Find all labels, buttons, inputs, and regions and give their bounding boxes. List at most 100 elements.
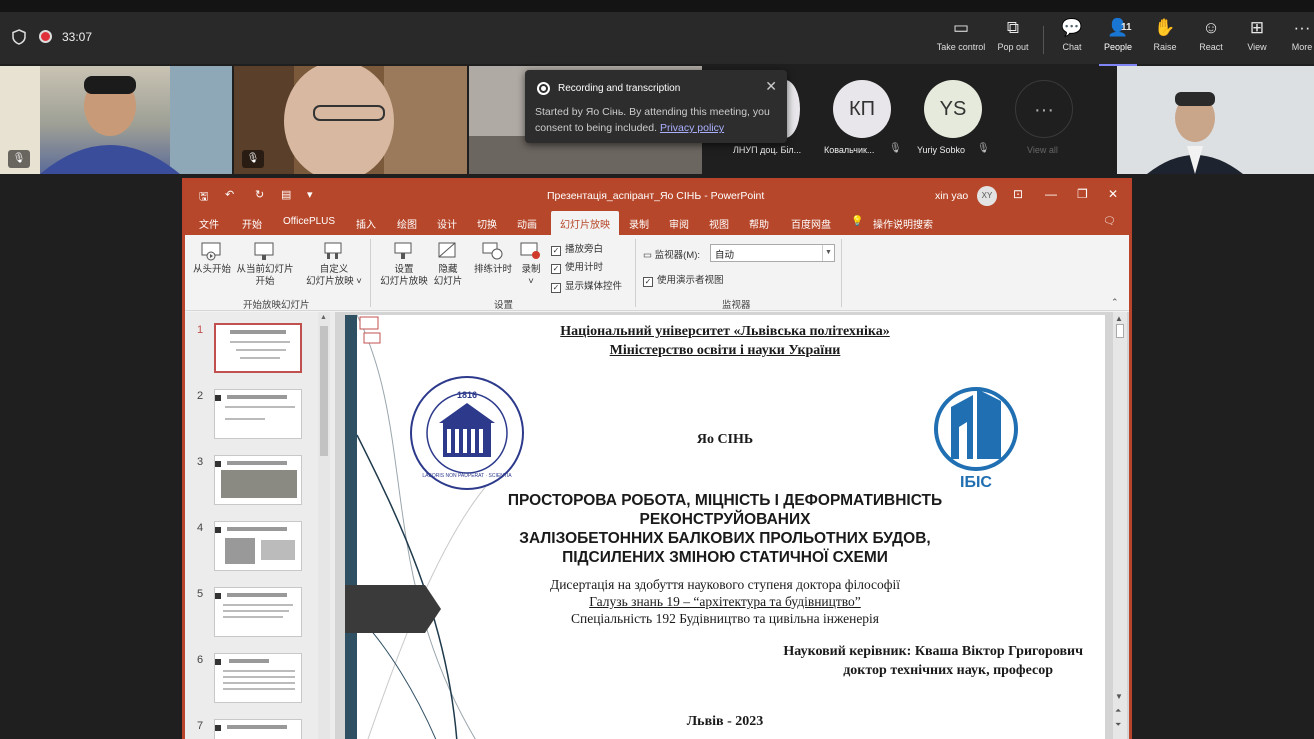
thumb-line — [223, 688, 295, 690]
pop-out-icon: ⧉ — [1006, 18, 1020, 37]
start-slideshow-group-label: 开始放映幻灯片 — [243, 300, 310, 311]
tab-baidu[interactable]: 百度网盘 — [791, 216, 831, 231]
slide-thumbnail-5[interactable] — [214, 587, 302, 637]
scroll-down-icon[interactable]: ▼ — [1115, 692, 1123, 701]
participant-avatar-kp[interactable]: КП — [833, 80, 891, 138]
undo-icon[interactable]: ↶ — [225, 188, 234, 201]
mic-muted-icon: 🎙 — [889, 143, 902, 154]
participant-video-4[interactable] — [1117, 66, 1314, 174]
thumb-line — [223, 670, 295, 672]
tab-transitions[interactable]: 切换 — [477, 216, 497, 231]
ppt-title-bar: 🖫 ↶ ↻ ▤ ▾ Презентація_аспірант_Яо СІНЬ -… — [185, 181, 1129, 211]
play-narrations-checkbox[interactable]: ✓ 播放旁白 — [551, 241, 603, 256]
notification-title: Recording and transcription — [558, 83, 681, 94]
slide-thumbnail-2[interactable] — [214, 389, 302, 439]
privacy-policy-link[interactable]: Privacy policy — [660, 122, 724, 134]
slide-thumbnail-3[interactable] — [214, 455, 302, 505]
close-icon[interactable]: ✕ — [1108, 187, 1118, 201]
supervisor-line: Науковий керівник: Кваша Віктор Григоров… — [783, 644, 1083, 659]
tab-animations[interactable]: 动画 — [517, 216, 537, 231]
tab-view[interactable]: 视图 — [709, 216, 729, 231]
custom-slideshow-button[interactable]: 自定义 幻灯片放映 ˅ — [305, 241, 363, 288]
use-timings-checkbox[interactable]: ✓ 使用计时 — [551, 259, 603, 274]
slide-number: 6 — [197, 654, 204, 666]
participant-avatar-ys[interactable]: YS — [924, 80, 982, 138]
scrollbar-thumb[interactable] — [1116, 324, 1124, 338]
monitor-label: ▭ 监视器(M): — [643, 250, 701, 261]
recording-indicator-icon — [39, 30, 52, 43]
redo-icon[interactable]: ↻ — [255, 188, 264, 201]
title-line-3: ЗАЛІЗОБЕТОННИХ БАЛКОВИХ ПРОЛЬОТНИХ БУДОВ… — [519, 530, 931, 547]
record-slideshow-icon — [520, 242, 540, 259]
participant-name-kp: Ковальчик... — [824, 145, 875, 155]
rehearse-timings-button[interactable]: 排练计时 — [473, 241, 513, 276]
field-line: Галузь знань 19 – “архітектура та будівн… — [589, 594, 861, 609]
thumb-line — [240, 357, 280, 359]
chat-icon: 💬 — [1061, 18, 1083, 37]
logo-year: 1816 — [457, 390, 477, 400]
tab-review[interactable]: 审阅 — [669, 216, 689, 231]
view-button[interactable]: ⊞ View — [1245, 18, 1269, 62]
people-button[interactable]: 👤 11 People — [1099, 18, 1137, 66]
tab-insert[interactable]: 插入 — [356, 216, 376, 231]
comments-icon[interactable]: 🗨 — [1103, 216, 1116, 227]
tab-file[interactable]: 文件 — [199, 216, 219, 231]
react-button[interactable]: ☺ React — [1197, 18, 1225, 62]
from-current-button[interactable]: 从当前幻灯片 开始 — [235, 241, 295, 288]
participant-silhouette-1 — [0, 66, 232, 174]
more-button[interactable]: ··· More — [1290, 18, 1314, 62]
present-icon[interactable]: ▤ — [281, 188, 291, 201]
pop-out-button[interactable]: ⧉ Pop out — [992, 18, 1034, 62]
thumbnail-scrollbar[interactable]: ▲ — [318, 312, 330, 739]
setup-slideshow-button[interactable]: 设置 幻灯片放映 — [377, 241, 431, 288]
thesis-line: Дисертація на здобуття наукового ступеня… — [549, 577, 901, 592]
ribbon-display-icon[interactable]: ⊡ — [1013, 187, 1023, 201]
tab-draw[interactable]: 绘图 — [397, 216, 417, 231]
scrollbar-thumb[interactable] — [320, 326, 328, 456]
slide-thumbnail-7[interactable] — [214, 719, 302, 739]
view-all-button[interactable]: ··· — [1015, 80, 1073, 138]
tab-officeplus[interactable]: OfficePLUS — [283, 216, 335, 227]
tab-home[interactable]: 开始 — [242, 216, 262, 231]
monitor-select[interactable]: 自动 ▼ — [710, 244, 835, 262]
slide-thumbnail-6[interactable] — [214, 653, 302, 703]
thumb-line — [223, 604, 293, 606]
tab-help[interactable]: 帮助 — [749, 216, 769, 231]
participant-video-1[interactable]: 🎙 — [0, 66, 232, 174]
presenter-view-checkbox[interactable]: ✓ 使用演示者视图 — [643, 272, 724, 287]
slide-canvas[interactable]: Національний університет «Львівська полі… — [345, 315, 1105, 739]
tab-slideshow[interactable]: 幻灯片放映 — [551, 211, 619, 237]
slide-thumbnail-1[interactable] — [214, 323, 302, 373]
ppt-user-avatar[interactable]: XY — [977, 186, 997, 206]
slide-scrollbar[interactable]: ▲ ▼ ⏶ ⏷ — [1113, 312, 1127, 739]
title-line-2: РЕКОНСТРУЙОВАНИХ — [639, 511, 811, 528]
from-beginning-button[interactable]: 从头开始 — [191, 241, 233, 276]
tab-record[interactable]: 录制 — [629, 216, 649, 231]
scroll-up-icon[interactable]: ▲ — [320, 314, 327, 321]
ppt-ribbon-tabs: 文件 开始 OfficePLUS 插入 绘图 设计 切换 动画 幻灯片放映 录制… — [185, 211, 1129, 237]
close-icon[interactable]: ✕ — [765, 78, 777, 95]
custom-slideshow-icon — [324, 242, 342, 259]
collapse-ribbon-icon[interactable]: ⌃ — [1111, 297, 1119, 308]
save-icon[interactable]: 🖫 — [199, 188, 208, 207]
restore-icon[interactable]: ❐ — [1077, 187, 1088, 201]
participant-video-2[interactable]: 🎙 — [234, 66, 467, 174]
raise-hand-button[interactable]: ✋ Raise — [1152, 18, 1178, 62]
scroll-up-icon[interactable]: ▲ — [1115, 314, 1123, 323]
take-control-button[interactable]: ▭ Take control — [934, 18, 988, 62]
tell-me-search[interactable]: 操作说明搜索 — [873, 216, 933, 231]
slide-thumbnail-4[interactable] — [214, 521, 302, 571]
record-button[interactable]: 录制 ˅ — [517, 241, 545, 288]
thumb-image — [221, 470, 297, 498]
monitor-icon: ▭ — [643, 250, 655, 261]
minimize-icon[interactable]: — — [1045, 187, 1057, 201]
tab-design[interactable]: 设计 — [437, 216, 457, 231]
show-media-controls-checkbox[interactable]: ✓ 显示媒体控件 — [551, 278, 622, 293]
previous-slide-icon[interactable]: ⏶ — [1115, 706, 1121, 716]
next-slide-icon[interactable]: ⏷ — [1115, 720, 1121, 730]
hide-slide-button[interactable]: 隐藏 幻灯片 — [432, 241, 464, 288]
customize-qat-icon[interactable]: ▾ — [307, 188, 313, 201]
chat-button[interactable]: 💬 Chat — [1058, 18, 1086, 62]
shield-icon — [12, 29, 26, 45]
thumb-line — [227, 527, 287, 531]
